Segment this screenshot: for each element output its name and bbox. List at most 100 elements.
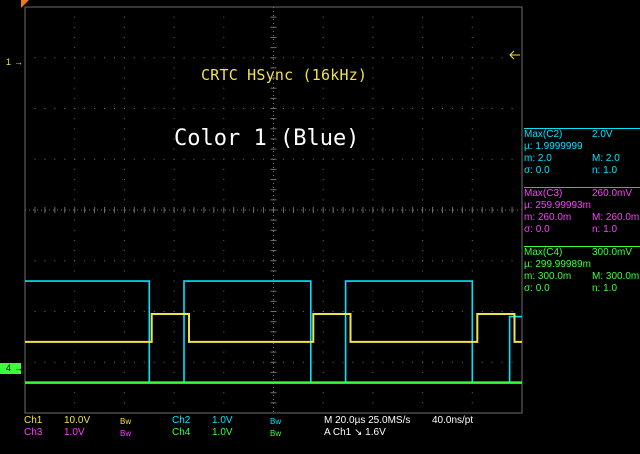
ch1-label[interactable]: Ch1	[24, 415, 42, 427]
graticule-dot	[223, 239, 225, 241]
graticule-dot	[521, 260, 523, 262]
graticule-dot	[402, 260, 404, 262]
graticule-dot	[213, 158, 215, 160]
graticule-dot	[402, 361, 404, 363]
graticule-dot	[74, 36, 76, 38]
ch4-label[interactable]: Ch4	[172, 427, 190, 439]
graticule-dot	[233, 260, 235, 262]
measurement-c4: Max(C4) 300.0mV µ: 299.99989m m: 300.0m M:…	[524, 246, 640, 295]
measurement-c3: Max(C3) 260.0mV µ: 259.99993m m: 260.0m M:…	[524, 187, 640, 236]
graticule-dot	[123, 67, 125, 69]
graticule-dot	[471, 6, 473, 8]
graticule-dot	[74, 138, 76, 140]
graticule-dot	[422, 300, 424, 302]
graticule-dot	[74, 402, 76, 404]
graticule-dot	[44, 361, 46, 363]
graticule-dot	[173, 300, 175, 302]
graticule-dot	[501, 361, 503, 363]
graticule-dot	[54, 361, 56, 363]
graticule-dot	[193, 260, 195, 262]
graticule-dot	[173, 87, 175, 89]
graticule-dot	[322, 158, 324, 160]
graticule-dot	[213, 361, 215, 363]
graticule-dot	[113, 57, 115, 59]
measurement-value: 2.0V	[592, 129, 613, 140]
graticule-dot	[173, 280, 175, 282]
graticule-dot	[123, 199, 125, 201]
graticule-dot	[123, 351, 125, 353]
measurement-count: n: 1.0	[592, 283, 618, 294]
graticule-dot	[332, 260, 334, 262]
graticule-dot	[342, 108, 344, 109]
graticule-dot	[302, 57, 304, 59]
graticule-dot	[173, 67, 175, 69]
graticule-dot	[163, 158, 165, 160]
graticule-dot	[322, 270, 324, 272]
graticule-dot	[382, 158, 384, 160]
graticule-dot	[402, 108, 404, 109]
graticule-dot	[173, 260, 175, 262]
graticule-dot	[94, 108, 96, 109]
graticule-dot	[253, 260, 255, 262]
graticule-dot	[223, 16, 225, 18]
graticule-dot	[94, 158, 96, 160]
graticule-dot	[422, 118, 424, 120]
graticule-dot	[193, 108, 195, 109]
graticule-dot	[471, 168, 473, 170]
timebase-readout[interactable]: M 20.0µs 25.0MS/s	[324, 415, 410, 427]
graticule-dot	[54, 260, 56, 262]
graticule-dot	[213, 108, 215, 109]
graticule-dot	[471, 47, 473, 49]
graticule-dot	[74, 229, 76, 231]
graticule-dot	[84, 260, 86, 262]
graticule-dot	[322, 321, 324, 323]
graticule-dot	[223, 300, 225, 302]
graticule-dot	[481, 108, 483, 109]
graticule-dot	[332, 361, 334, 363]
graticule-dot	[422, 67, 424, 69]
graticule-dot	[123, 47, 125, 49]
graticule-dot	[173, 179, 175, 181]
graticule-dot	[372, 108, 374, 109]
graticule-dot	[362, 158, 364, 160]
graticule-dot	[521, 108, 523, 109]
graticule-dot	[143, 260, 145, 262]
graticule-dot	[282, 260, 284, 262]
graticule-dot	[422, 392, 424, 394]
graticule-dot	[461, 108, 463, 109]
graticule-dot	[74, 392, 76, 394]
measurement-max: M: 2.0	[592, 153, 620, 164]
graticule-dot	[74, 168, 76, 170]
graticule-dot	[471, 36, 473, 38]
graticule-dot	[322, 331, 324, 333]
graticule-dot	[372, 351, 374, 353]
graticule-dot	[382, 361, 384, 363]
graticule-dot	[372, 87, 374, 89]
graticule-dot	[74, 311, 76, 312]
graticule-dot	[342, 57, 344, 59]
ch2-label[interactable]: Ch2	[172, 415, 190, 427]
ch3-label[interactable]: Ch3	[24, 427, 42, 439]
measurement-min: m: 260.0m	[524, 212, 572, 223]
graticule-dot	[501, 260, 503, 262]
graticule-dot	[173, 402, 175, 404]
graticule-dot	[64, 57, 66, 59]
graticule-dot	[213, 311, 215, 312]
graticule-dot	[322, 26, 324, 28]
graticule-dot	[422, 179, 424, 181]
graticule-dot	[64, 361, 66, 363]
graticule-dot	[332, 158, 334, 160]
graticule-dot	[322, 57, 324, 59]
graticule-dot	[382, 260, 384, 262]
graticule-dot	[322, 108, 324, 109]
graticule-dot	[104, 158, 106, 160]
graticule-dot	[233, 57, 235, 59]
measurement-mean: µ: 259.99993m	[524, 200, 591, 211]
graticule-dot	[183, 108, 185, 109]
graticule-dot	[223, 229, 225, 231]
graticule-dot	[233, 108, 235, 109]
measurement-sigma: σ: 0.0	[524, 224, 550, 235]
trigger-readout[interactable]: A Ch1 ↘ 1.6V	[324, 427, 386, 439]
ch1-bandwidth-limit: Bw	[120, 417, 132, 426]
graticule-dot	[322, 371, 324, 373]
